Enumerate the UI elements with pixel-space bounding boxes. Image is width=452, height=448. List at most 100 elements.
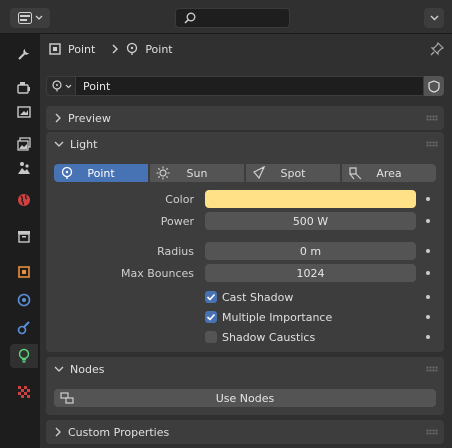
sun-light-icon — [156, 166, 170, 180]
chevron-down-icon — [430, 15, 438, 21]
view-layer-icon — [17, 137, 31, 151]
tab-render[interactable] — [10, 76, 38, 100]
nodes-panel-title: Nodes — [70, 362, 105, 376]
light-data-icon — [127, 42, 138, 55]
search-icon — [184, 12, 196, 24]
constraints-icon — [17, 321, 30, 335]
radius-field[interactable]: 0 m — [205, 242, 416, 260]
tab-collection[interactable] — [10, 224, 38, 248]
pin-button[interactable] — [430, 41, 445, 59]
keyframe-dot-icon[interactable] — [426, 315, 430, 319]
chevron-right-icon — [55, 113, 61, 123]
render-icon — [17, 82, 30, 94]
checkbox-icon[interactable] — [205, 311, 217, 323]
light-panel-header[interactable]: Light — [46, 132, 444, 156]
nodes-panel-header[interactable]: Nodes — [46, 357, 444, 381]
keyframe-dot-icon[interactable] — [426, 197, 430, 201]
properties-editor-icon — [17, 12, 32, 24]
breadcrumb-data-name: Point — [145, 42, 173, 56]
max-bounces-label: Max Bounces — [120, 267, 194, 280]
color-swatch[interactable] — [205, 190, 416, 208]
preview-panel-title: Preview — [68, 111, 111, 125]
fake-user-button[interactable] — [424, 76, 444, 96]
tab-object[interactable] — [10, 260, 38, 284]
area-light-icon — [349, 167, 362, 180]
light-data-icon — [18, 348, 30, 363]
chevron-right-icon — [55, 427, 61, 437]
light-type-point-button[interactable]: Point — [54, 164, 148, 182]
light-type-selector: Point Sun Spot Area — [54, 164, 436, 182]
browse-light-button[interactable] — [46, 76, 76, 96]
light-name-field[interactable]: Point — [76, 76, 424, 96]
tab-scene[interactable] — [10, 156, 38, 180]
keyframe-dot-icon[interactable] — [426, 335, 430, 339]
radius-label: Radius — [157, 245, 194, 258]
drag-grip-icon[interactable] — [426, 141, 438, 147]
pin-icon — [430, 41, 445, 56]
tab-world[interactable] — [10, 188, 38, 212]
preview-panel-header[interactable]: Preview — [46, 106, 444, 130]
chevron-right-icon — [112, 44, 119, 54]
physics-icon — [17, 293, 31, 307]
custom-properties-panel-header[interactable]: Custom Properties — [46, 420, 444, 444]
light-panel-title: Light — [70, 137, 98, 151]
keyframe-dot-icon[interactable] — [426, 295, 430, 299]
output-icon — [17, 106, 31, 118]
tab-physics[interactable] — [10, 288, 38, 312]
tool-icon — [18, 49, 29, 60]
object-icon — [18, 266, 30, 278]
light-data-icon — [51, 80, 62, 92]
spot-light-icon — [253, 166, 266, 180]
world-icon — [18, 194, 30, 206]
breadcrumb-object-name: Point — [68, 42, 96, 56]
checkbox-icon[interactable] — [205, 291, 217, 303]
drag-grip-icon[interactable] — [426, 115, 438, 121]
keyframe-dot-icon[interactable] — [426, 219, 430, 223]
tab-light-data[interactable] — [10, 344, 38, 368]
drag-grip-icon[interactable] — [426, 366, 438, 372]
keyframe-dot-icon[interactable] — [426, 249, 430, 253]
checkmark-icon — [206, 313, 216, 321]
max-bounces-field[interactable]: 1024 — [205, 264, 416, 282]
tab-view-layer[interactable] — [10, 132, 38, 156]
light-type-point-label: Point — [87, 166, 115, 180]
custom-properties-panel: Custom Properties — [46, 420, 444, 444]
multiple-importance-label: Multiple Importance — [222, 310, 333, 324]
checkbox-icon[interactable] — [205, 331, 217, 343]
cast-shadow-label: Cast Shadow — [222, 290, 294, 304]
multiple-importance-checkbox[interactable]: Multiple Importance — [205, 309, 332, 325]
use-nodes-button[interactable]: Use Nodes — [54, 389, 436, 407]
properties-header — [0, 0, 452, 34]
point-light-icon — [61, 166, 73, 179]
light-type-area-label: Area — [376, 166, 402, 180]
collection-icon — [18, 231, 30, 243]
options-dropdown[interactable] — [424, 8, 444, 28]
node-tree-icon — [60, 392, 74, 404]
tab-output[interactable] — [10, 100, 38, 124]
keyframe-dot-icon[interactable] — [426, 271, 430, 275]
light-panel: Light Point Sun Spot Area Color Power 50… — [46, 132, 444, 352]
search-input[interactable] — [175, 8, 290, 28]
breadcrumb: Point Point — [48, 40, 173, 58]
preview-panel: Preview — [46, 106, 444, 130]
light-type-spot-button[interactable]: Spot — [246, 164, 340, 182]
light-type-spot-label: Spot — [280, 166, 306, 180]
light-type-area-button[interactable]: Area — [342, 164, 436, 182]
tab-tool[interactable] — [10, 42, 38, 66]
properties-content: Point Point Point Preview Light Point Su… — [40, 34, 452, 448]
chevron-down-icon — [54, 366, 64, 372]
texture-icon — [18, 386, 30, 398]
light-type-sun-button[interactable]: Sun — [150, 164, 244, 182]
power-field[interactable]: 500 W — [205, 212, 416, 230]
editor-type-menu[interactable] — [10, 8, 50, 28]
properties-tabs — [0, 34, 40, 448]
chevron-down-icon — [35, 15, 42, 20]
tab-texture[interactable] — [10, 380, 38, 404]
nodes-panel: Nodes Use Nodes — [46, 357, 444, 415]
custom-properties-panel-title: Custom Properties — [68, 425, 170, 439]
drag-grip-icon[interactable] — [426, 429, 438, 435]
tab-constraints[interactable] — [10, 316, 38, 340]
shadow-caustics-checkbox[interactable]: Shadow Caustics — [205, 329, 315, 345]
chevron-down-icon — [54, 141, 64, 147]
cast-shadow-checkbox[interactable]: Cast Shadow — [205, 289, 293, 305]
